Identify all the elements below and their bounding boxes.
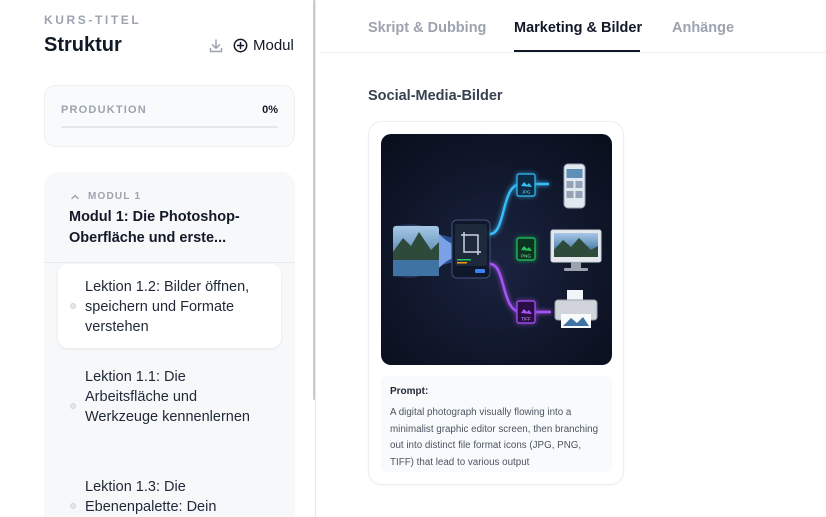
module-header: MODUL 1 Modul 1: Die Photoshop-Oberfläch… bbox=[44, 172, 295, 263]
lesson-label: Lektion 1.2: Bilder öffnen, speichern un… bbox=[85, 279, 250, 335]
image-card: JPG PNG TIFF Prompt: A digital photograp… bbox=[368, 121, 624, 485]
lesson-item[interactable]: Lektion 1.3: Die Ebenenpalette: Dein bbox=[58, 468, 281, 517]
add-module-label: Modul bbox=[253, 37, 294, 54]
tab-script-dubbing[interactable]: Skript & Dubbing bbox=[368, 20, 486, 36]
prompt-box: Prompt: A digital photograph visually fl… bbox=[381, 376, 612, 472]
file-format-flow-illustration: JPG PNG TIFF bbox=[381, 134, 612, 365]
tiff-badge-label: TIFF bbox=[521, 317, 531, 322]
progress-value: 0% bbox=[262, 104, 278, 116]
module-card: MODUL 1 Modul 1: Die Photoshop-Oberfläch… bbox=[44, 172, 295, 517]
lesson-item[interactable]: Lektion 1.2: Bilder öffnen, speichern un… bbox=[58, 264, 281, 348]
section-title: Social-Media-Bilder bbox=[368, 88, 503, 104]
download-icon[interactable] bbox=[208, 38, 224, 54]
active-tab-indicator bbox=[514, 50, 640, 52]
prompt-text: A digital photograph visually flowing in… bbox=[390, 407, 599, 468]
lesson-dot bbox=[70, 403, 76, 409]
sidebar-scrollbar[interactable] bbox=[313, 0, 315, 400]
chevron-up-icon bbox=[71, 194, 79, 199]
module-toggle[interactable]: MODUL 1 bbox=[70, 191, 141, 202]
sidebar-title: Struktur bbox=[44, 34, 122, 56]
generated-image[interactable]: JPG PNG TIFF bbox=[381, 134, 612, 365]
tab-attachments[interactable]: Anhänge bbox=[672, 20, 734, 36]
png-badge-label: PNG bbox=[521, 254, 531, 259]
progress-card: PRODUKTION 0% bbox=[44, 85, 295, 147]
lesson-label: Lektion 1.3: Die Ebenenpalette: Dein bbox=[85, 479, 217, 515]
tab-bar: Skript & Dubbing Marketing & Bilder Anhä… bbox=[320, 0, 826, 53]
plus-circle-icon bbox=[233, 38, 248, 53]
module-title[interactable]: Modul 1: Die Photoshop-Oberfläche und er… bbox=[69, 207, 284, 249]
prompt-label: Prompt: bbox=[390, 386, 429, 397]
sidebar: KURS-TITEL Struktur Modul PRODUKTION 0% … bbox=[0, 0, 316, 517]
course-label: KURS-TITEL bbox=[44, 13, 142, 27]
progress-bar bbox=[61, 126, 278, 128]
add-module-button[interactable]: Modul bbox=[233, 37, 294, 54]
lesson-dot bbox=[70, 303, 76, 309]
lesson-item[interactable]: Lektion 1.1: Die Arbeitsfläche und Werkz… bbox=[58, 358, 281, 454]
module-label: MODUL 1 bbox=[88, 191, 142, 202]
progress-label: PRODUKTION bbox=[61, 104, 147, 116]
lesson-label: Lektion 1.1: Die Arbeitsfläche und Werkz… bbox=[85, 369, 250, 425]
tab-marketing-images[interactable]: Marketing & Bilder bbox=[514, 20, 642, 36]
jpg-badge-label: JPG bbox=[522, 190, 531, 195]
lesson-dot bbox=[70, 503, 76, 509]
